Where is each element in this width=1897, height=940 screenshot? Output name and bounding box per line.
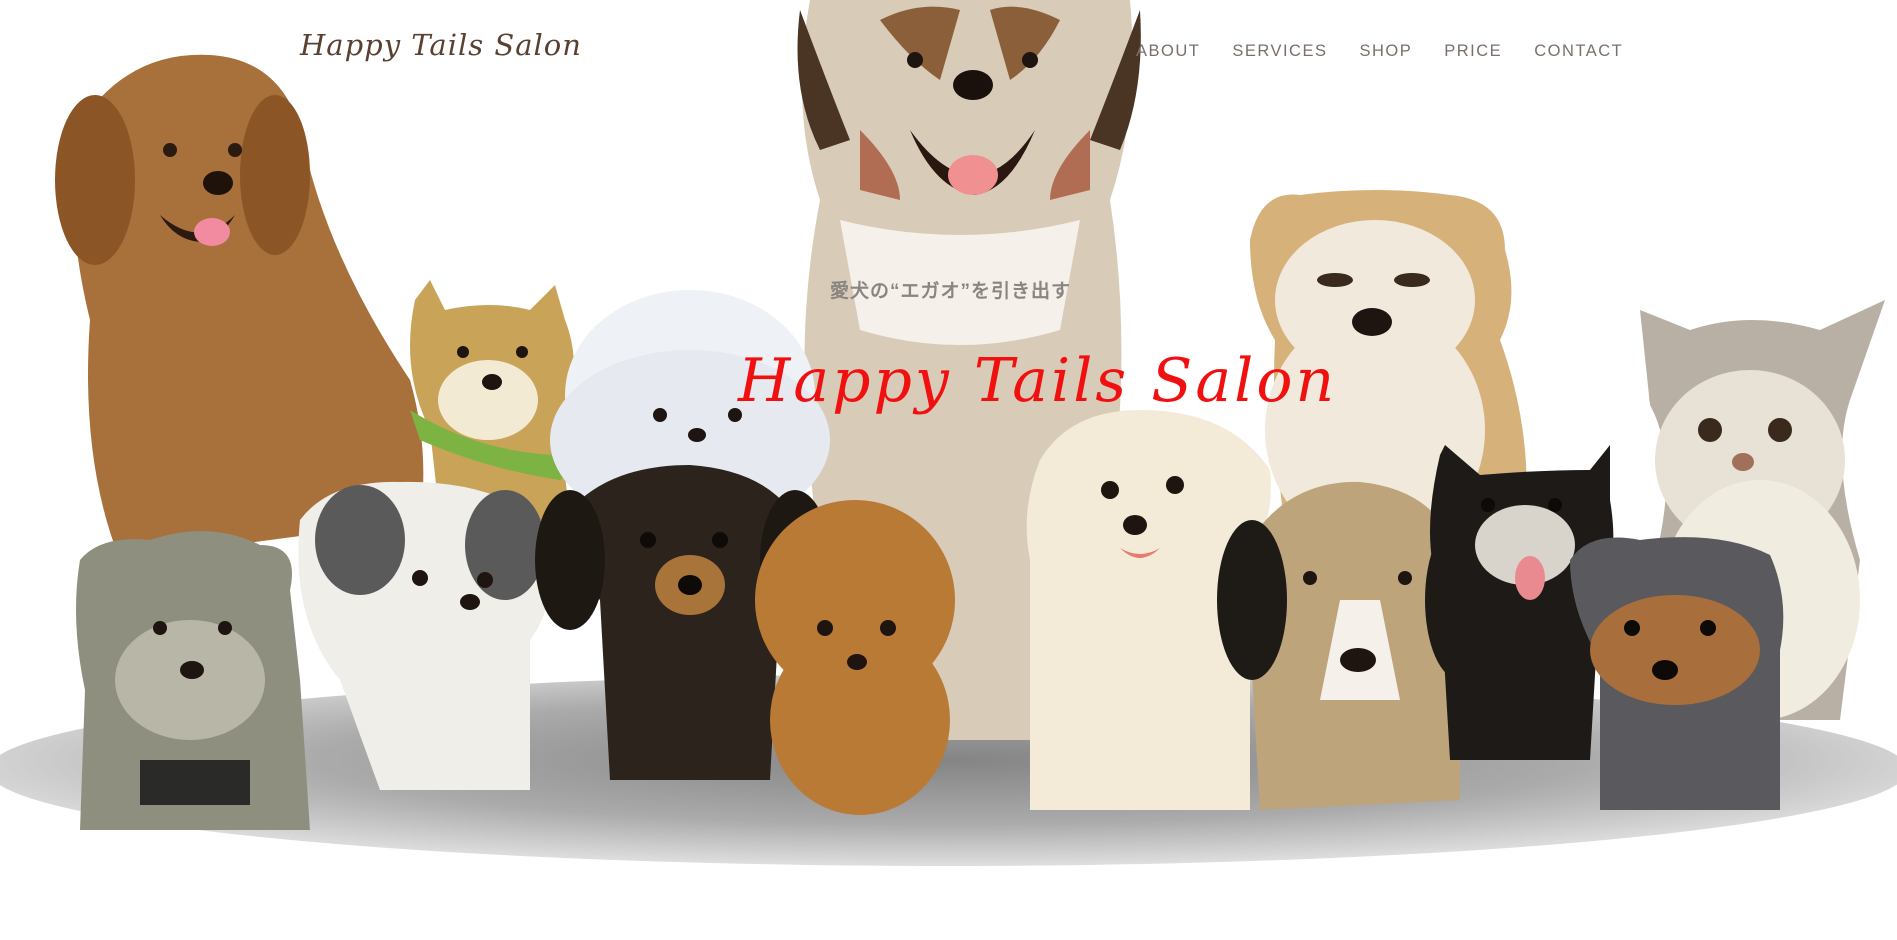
hero-title: Happy Tails Salon <box>738 346 1338 416</box>
main-nav: ABOUT SERVICES SHOP PRICE CONTACT <box>1136 42 1655 61</box>
hero-tagline: 愛犬の“エガオ”を引き出す <box>830 281 1072 302</box>
yorkshire-terrier-dog <box>1570 537 1784 810</box>
nav-link-shop[interactable]: SHOP <box>1360 42 1413 61</box>
hero-section: Happy Tails Salon ABOUT SERVICES SHOP PR… <box>0 0 1897 940</box>
site-logo[interactable]: Happy Tails Salon <box>300 28 582 62</box>
nav-link-services[interactable]: SERVICES <box>1232 42 1327 61</box>
nav-link-about[interactable]: ABOUT <box>1136 42 1200 61</box>
schnauzer-dog <box>76 531 310 830</box>
dogs-illustration <box>0 0 1897 866</box>
toy-poodle-dog <box>755 500 955 815</box>
nav-link-contact[interactable]: CONTACT <box>1534 42 1623 61</box>
nav-link-price[interactable]: PRICE <box>1444 42 1502 61</box>
